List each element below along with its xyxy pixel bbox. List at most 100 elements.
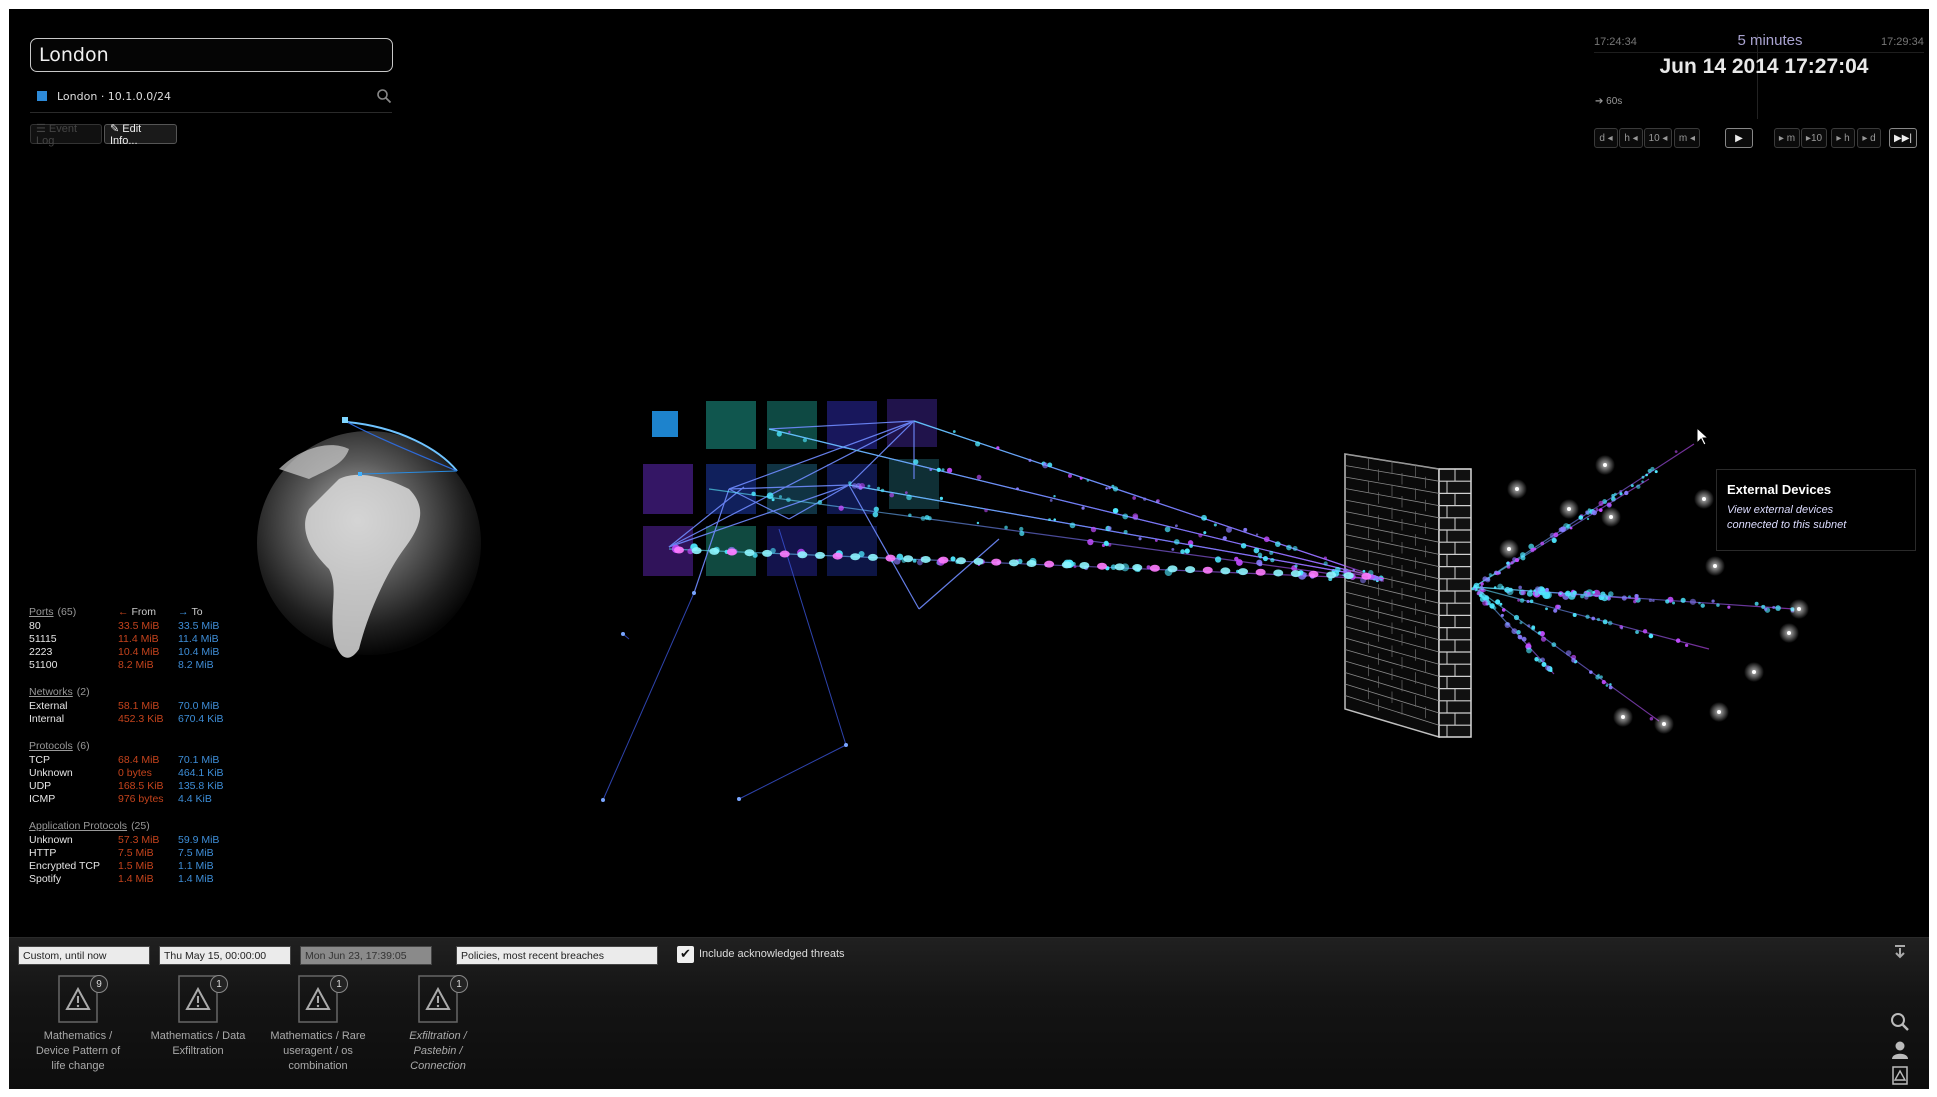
device-tile[interactable] <box>827 526 877 576</box>
stats-row-to: 464.1 KiB <box>178 766 224 779</box>
search-icon[interactable] <box>376 88 392 104</box>
traffic-particle <box>1090 526 1097 533</box>
playback-button[interactable]: ▶ <box>1725 128 1753 148</box>
globe[interactable] <box>257 417 481 658</box>
playback-button[interactable]: ▸10 <box>1801 128 1827 148</box>
end-date-field[interactable]: Mon Jun 23, 17:39:05 <box>300 946 432 965</box>
threat-item[interactable]: 1 Mathematics / Data Exfiltration <box>143 975 253 1059</box>
stats-row-from: 1.4 MiB <box>118 872 154 885</box>
stats-title-text[interactable]: Application Protocols <box>29 820 127 832</box>
timeline-track[interactable] <box>1594 52 1924 53</box>
stats-row[interactable]: 2223 10.4 MiB 10.4 MiB <box>29 645 269 658</box>
stats-row-to: 8.2 MiB <box>178 658 214 671</box>
stats-row[interactable]: HTTP 7.5 MiB 7.5 MiB <box>29 846 269 859</box>
internal-device-node[interactable] <box>601 798 605 802</box>
stats-group-title[interactable]: Application Protocols (25) <box>29 820 150 832</box>
network-visualization[interactable] <box>9 9 1929 1089</box>
collapse-icon[interactable] <box>1887 940 1913 964</box>
stats-row[interactable]: 51100 8.2 MiB 8.2 MiB <box>29 658 269 671</box>
search-input[interactable] <box>30 38 393 72</box>
sort-select[interactable]: Policies, most recent breaches <box>456 946 658 965</box>
traffic-particle <box>950 556 956 562</box>
breach-bar: Custom, until now Thu May 15, 00:00:00 M… <box>9 937 1929 1089</box>
internal-device-node[interactable] <box>737 797 741 801</box>
stats-row[interactable]: Unknown 0 bytes 464.1 KiB <box>29 766 269 779</box>
stats-row[interactable]: Encrypted TCP 1.5 MiB 1.1 MiB <box>29 859 269 872</box>
stats-title-text[interactable]: Networks <box>29 686 73 698</box>
stats-row[interactable]: UDP 168.5 KiB 135.8 KiB <box>29 779 269 792</box>
event-log-button[interactable]: ☰ Event Log <box>30 123 102 147</box>
start-date-field[interactable]: Thu May 15, 00:00:00 <box>159 946 291 965</box>
external-device-core <box>1797 607 1801 611</box>
stats-row-to: 33.5 MiB <box>178 619 220 632</box>
traffic-particle <box>1775 605 1781 611</box>
stats-title-text[interactable]: Ports <box>29 606 54 618</box>
traffic-stats-panel: Ports (65) ← From → To 80 33.5 MiB 33.5 MiB 51115… <box>29 605 269 899</box>
stats-title-text[interactable]: Protocols <box>29 740 73 752</box>
traffic-particle <box>1635 630 1639 634</box>
traffic-particle <box>1566 523 1571 529</box>
traffic-particle <box>1591 616 1596 621</box>
traffic-particle <box>817 500 823 505</box>
traffic-particle <box>859 482 866 489</box>
traffic-particle <box>1138 537 1142 541</box>
threat-label: Exfiltration / Pastebin / Connection <box>383 1029 493 1074</box>
stats-row[interactable]: 80 33.5 MiB 33.5 MiB <box>29 619 269 632</box>
time-range-select[interactable]: Custom, until now <box>18 946 150 965</box>
internal-device-node[interactable] <box>844 743 848 747</box>
search-icon[interactable] <box>1887 1010 1913 1034</box>
stats-row[interactable]: ICMP 976 bytes 4.4 KiB <box>29 792 269 805</box>
search-result-item[interactable]: London · 10.1.0.0/24 <box>37 86 392 106</box>
stats-row[interactable]: Spotify 1.4 MiB 1.4 MiB <box>29 872 269 885</box>
threat-item[interactable]: 1 Mathematics / Rare useragent / os combina… <box>263 975 373 1074</box>
traffic-particle <box>1527 624 1531 628</box>
playback-button[interactable]: m ◂ <box>1674 128 1700 148</box>
threat-item[interactable]: 1 Exfiltration / Pastebin / Connection <box>383 975 493 1074</box>
threat-item[interactable]: 9 Mathematics / Device Pattern of life chan… <box>23 975 133 1074</box>
traffic-particle <box>1482 600 1488 606</box>
traffic-particle <box>889 492 895 498</box>
stats-row[interactable]: External 58.1 MiB 70.0 MiB <box>29 699 269 712</box>
traffic-particle <box>786 497 791 503</box>
include-acknowledged-checkbox[interactable]: ✔ <box>677 946 694 963</box>
playback-button[interactable]: ▸ d <box>1857 128 1881 148</box>
user-icon[interactable] <box>1887 1038 1913 1062</box>
stats-row-to: 7.5 MiB <box>178 846 214 859</box>
playback-button[interactable]: ▸ m <box>1774 128 1800 148</box>
internal-device-node[interactable] <box>621 632 625 636</box>
device-tile[interactable] <box>767 401 817 449</box>
device-tile[interactable] <box>652 411 678 437</box>
threat-count-badge: 1 <box>450 975 468 993</box>
edit-info-button[interactable]: ✎ Edit Info... <box>104 123 177 147</box>
traffic-particle <box>1555 604 1560 610</box>
stats-group-title[interactable]: Protocols (6) <box>29 740 90 752</box>
playback-button[interactable]: ▶▶| <box>1889 128 1917 148</box>
stats-row[interactable]: TCP 68.4 MiB 70.1 MiB <box>29 753 269 766</box>
stats-row[interactable]: Unknown 57.3 MiB 59.9 MiB <box>29 833 269 846</box>
stats-count: (6) <box>76 740 90 752</box>
traffic-particle <box>1519 621 1523 625</box>
traffic-particle <box>1374 576 1380 581</box>
stats-group-title[interactable]: Networks (2) <box>29 686 90 698</box>
stats-group-title[interactable]: Ports (65) <box>29 606 118 618</box>
device-tile[interactable] <box>643 464 693 514</box>
traffic-particle <box>1240 542 1247 549</box>
playback-button[interactable]: 10 ◂ <box>1644 128 1672 148</box>
firewall-icon[interactable] <box>1344 453 1472 739</box>
internal-device-node[interactable] <box>692 591 696 595</box>
tooltip-line: View external devices <box>1727 504 1834 516</box>
traffic-particle <box>776 431 782 437</box>
stats-row-from: 11.4 MiB <box>118 632 159 645</box>
playback-button[interactable]: ▸ h <box>1831 128 1855 148</box>
tooltip-line: connected to this subnet <box>1727 519 1847 531</box>
stats-row[interactable]: Internal 452.3 KiB 670.4 KiB <box>29 712 269 725</box>
playback-button[interactable]: h ◂ <box>1619 128 1643 148</box>
traffic-particle <box>1674 450 1678 454</box>
stats-row[interactable]: 51115 11.4 MiB 11.4 MiB <box>29 632 269 645</box>
device-tile[interactable] <box>767 464 817 514</box>
alert-document-icon[interactable] <box>1887 1063 1913 1087</box>
playback-button[interactable]: d ◂ <box>1594 128 1618 148</box>
traffic-particle <box>1495 599 1501 605</box>
device-tile[interactable] <box>706 401 756 449</box>
external-device-core <box>1621 715 1625 719</box>
